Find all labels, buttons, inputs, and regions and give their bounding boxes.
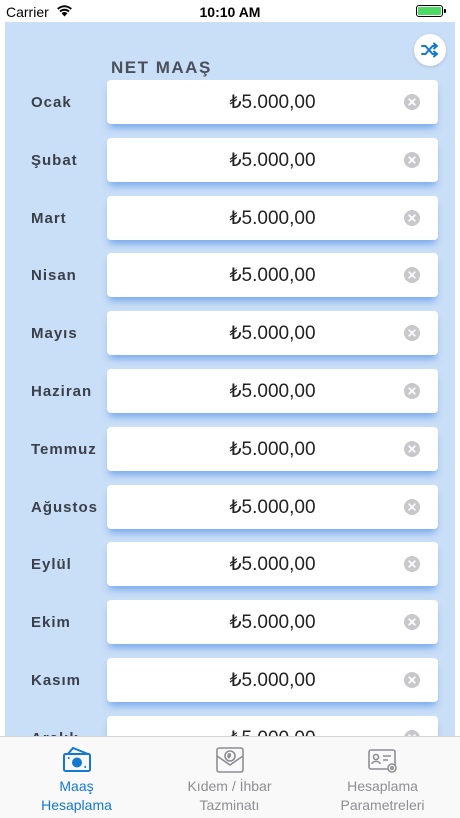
month-label: Mayıs bbox=[31, 325, 78, 343]
x-glyph bbox=[408, 213, 416, 222]
amount-value: ₺5.000,00 bbox=[229, 323, 316, 345]
month-row: Şubat ₺5.000,00 bbox=[5, 137, 455, 182]
month-row: Ocak ₺5.000,00 bbox=[5, 80, 455, 124]
month-row: Kasım ₺5.000,00 bbox=[5, 658, 455, 702]
clear-icon[interactable] bbox=[404, 325, 420, 342]
section-title: NET MAAŞ bbox=[111, 58, 212, 77]
status-time: 10:10 AM bbox=[199, 4, 261, 20]
month-row: Mayıs ₺5.000,00 bbox=[5, 311, 455, 356]
money-icon bbox=[63, 746, 91, 772]
month-row: Haziran ₺5.000,00 bbox=[5, 369, 455, 413]
net-salary-input[interactable]: ₺5.000,00 bbox=[107, 80, 438, 124]
x-glyph bbox=[408, 271, 416, 280]
clear-icon[interactable] bbox=[404, 383, 420, 399]
clear-icon[interactable] bbox=[404, 672, 420, 688]
x-glyph bbox=[408, 329, 416, 337]
tab-label: Kıdem / İhbar Tazminatı bbox=[153, 777, 306, 815]
month-label: Mart bbox=[31, 209, 67, 227]
month-label: Eylül bbox=[31, 556, 72, 574]
tab-salary-calculation[interactable]: Maaş Hesaplama bbox=[0, 737, 153, 818]
x-glyph bbox=[408, 445, 416, 453]
tab-label-line2: Tazminatı bbox=[199, 797, 260, 813]
month-row: Eylül ₺5.000,00 bbox=[5, 542, 455, 587]
net-salary-input[interactable]: ₺5.000,00 bbox=[107, 715, 438, 736]
lira-envelope-icon bbox=[216, 747, 244, 773]
tab-label-line1: Hesaplama bbox=[347, 778, 418, 794]
net-salary-input[interactable]: ₺5.000,00 bbox=[107, 311, 438, 356]
net-salary-input[interactable]: ₺5.000,00 bbox=[107, 542, 438, 587]
amount-value: ₺5.000,00 bbox=[229, 496, 316, 518]
x-glyph bbox=[408, 560, 416, 569]
clear-icon[interactable] bbox=[404, 614, 420, 631]
month-label: Şubat bbox=[31, 151, 78, 169]
tab-label-line1: Maaş bbox=[59, 778, 94, 794]
net-salary-input[interactable]: ₺5.000,00 bbox=[107, 484, 438, 529]
month-label: Ekim bbox=[31, 614, 71, 632]
x-glyph bbox=[408, 98, 416, 106]
month-label: Nisan bbox=[31, 267, 77, 285]
amount-value: ₺5.000,00 bbox=[229, 381, 316, 402]
month-row: Temmuz ₺5.000,00 bbox=[5, 426, 455, 471]
shuffle-button[interactable] bbox=[414, 34, 446, 66]
clear-icon[interactable] bbox=[404, 94, 420, 110]
tab-bar: Maaş Hesaplama Kıdem / İhbar Tazminatı H… bbox=[0, 736, 460, 818]
battery-icon bbox=[416, 5, 443, 17]
month-row: Mart ₺5.000,00 bbox=[5, 195, 455, 240]
amount-value: ₺5.000,00 bbox=[229, 670, 316, 691]
amount-value: ₺5.000,00 bbox=[229, 612, 316, 634]
net-salary-input[interactable]: ₺5.000,00 bbox=[107, 426, 438, 471]
month-label: Haziran bbox=[31, 383, 93, 400]
id-card-settings-icon bbox=[368, 749, 397, 773]
shuffle-icon bbox=[421, 42, 438, 58]
x-glyph bbox=[408, 156, 416, 164]
month-row: Aralık₺5.000,00 bbox=[5, 715, 455, 736]
x-glyph bbox=[408, 502, 416, 511]
month-label: Temmuz bbox=[31, 440, 97, 458]
clear-icon[interactable] bbox=[404, 209, 420, 226]
net-salary-input[interactable]: ₺5.000,00 bbox=[107, 195, 438, 240]
tab-calculation-parameters[interactable]: Hesaplama Parametreleri bbox=[306, 737, 459, 818]
net-salary-input[interactable]: ₺5.000,00 bbox=[107, 253, 438, 298]
status-bar: Carrier 10:10 AM bbox=[0, 0, 460, 22]
net-salary-input[interactable]: ₺5.000,00 bbox=[107, 137, 438, 182]
amount-value: ₺5.000,00 bbox=[229, 438, 316, 460]
tab-label-line2: Parametreleri bbox=[340, 797, 425, 813]
x-glyph bbox=[408, 618, 416, 626]
tab-label: Hesaplama Parametreleri bbox=[306, 777, 459, 815]
clear-icon[interactable] bbox=[404, 267, 420, 284]
net-salary-input[interactable]: ₺5.000,00 bbox=[107, 658, 438, 702]
clear-icon[interactable] bbox=[404, 151, 420, 168]
clear-icon[interactable] bbox=[404, 440, 420, 457]
amount-value: ₺5.000,00 bbox=[229, 92, 316, 113]
month-label: Kasım bbox=[31, 672, 82, 689]
amount-value: ₺5.000,00 bbox=[229, 149, 316, 171]
amount-value: ₺5.000,00 bbox=[229, 265, 316, 287]
month-row: Ekim ₺5.000,00 bbox=[5, 600, 455, 645]
clear-icon[interactable] bbox=[404, 498, 420, 515]
amount-value: ₺5.000,00 bbox=[107, 727, 438, 736]
x-glyph bbox=[408, 387, 416, 395]
salary-panel: NET MAAŞ Ocak ₺5.000,00 Şubat ₺5.000,00 Mart… bbox=[5, 22, 455, 736]
x-glyph bbox=[408, 676, 416, 684]
tab-label-line2: Hesaplama bbox=[41, 797, 112, 813]
tab-severance-notice[interactable]: Kıdem / İhbar Tazminatı bbox=[153, 737, 306, 818]
month-label: Ağustos bbox=[31, 498, 98, 516]
net-salary-input[interactable]: ₺5.000,00 bbox=[107, 600, 438, 645]
tab-label-line1: Kıdem / İhbar bbox=[187, 778, 272, 794]
month-row: Nisan ₺5.000,00 bbox=[5, 253, 455, 298]
net-salary-input[interactable]: ₺5.000,00 bbox=[107, 369, 438, 413]
tab-label: Maaş Hesaplama bbox=[0, 777, 153, 815]
clear-icon[interactable] bbox=[404, 556, 420, 573]
amount-value: ₺5.000,00 bbox=[229, 207, 316, 229]
month-label: Ocak bbox=[31, 94, 72, 111]
battery-cap bbox=[444, 9, 446, 13]
month-row: Ağustos ₺5.000,00 bbox=[5, 484, 455, 529]
battery-level bbox=[418, 7, 441, 15]
amount-value: ₺5.000,00 bbox=[229, 554, 316, 576]
